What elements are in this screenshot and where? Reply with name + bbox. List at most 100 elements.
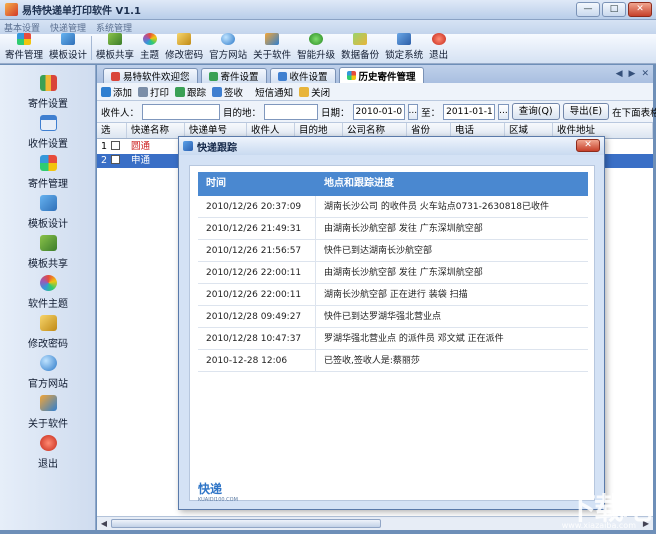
sidebar-item-recipient-settings[interactable]: 收件设置 xyxy=(0,115,96,150)
tracking-row: 2010/12/26 20:37:09 湖南长沙公司 的收件员 火车站点0731… xyxy=(198,196,588,218)
date-label: 日期： xyxy=(321,107,350,119)
minimize-button[interactable]: — xyxy=(576,2,600,17)
sidebar-item-official-website[interactable]: 官方网站 xyxy=(0,355,96,390)
key-icon xyxy=(177,33,192,45)
chevron-right-icon[interactable]: ▶ xyxy=(629,69,636,79)
tracking-row: 2010/12/26 22:00:11 湖南长沙航空部 正在进行 装袋 扫描 xyxy=(198,284,588,306)
toolbar-change-password-button[interactable]: 修改密码 xyxy=(162,33,206,63)
info-icon xyxy=(265,33,280,45)
tracking-dialog: 快递跟踪 ✕ 时间 地点和跟踪进度 2010/12/26 20:37:09 湖南… xyxy=(178,136,605,510)
scroll-left-icon[interactable]: ◀ xyxy=(98,518,110,529)
column-header[interactable]: 快递名称 xyxy=(127,123,185,138)
add-icon xyxy=(101,86,111,97)
sms-notify-button[interactable]: 短信通知 xyxy=(255,85,293,99)
date-from-input[interactable] xyxy=(352,103,405,120)
maximize-button[interactable]: □ xyxy=(602,2,626,17)
close-icon[interactable]: ✕ xyxy=(641,69,649,79)
courier-name: 申通 xyxy=(131,155,151,166)
globe-icon xyxy=(221,33,236,45)
watermark-url: www.xiazaiba.com xyxy=(561,521,636,530)
globe-icon xyxy=(39,355,57,371)
main-toolbar: 寄件管理 模板设计 模板共享 主题 修改密码 官方网站 关于软件 智能升级 数据… xyxy=(0,33,656,64)
tab-recipient-settings[interactable]: 收件设置 xyxy=(269,68,336,83)
tracking-row: 2010-12-28 12:06 已签收,签收人是:蔡丽莎 xyxy=(198,350,588,372)
window-icon xyxy=(39,115,57,131)
exit-icon xyxy=(431,33,446,45)
dialog-close-button[interactable]: ✕ xyxy=(576,139,600,152)
progress-column-header: 地点和跟踪进度 xyxy=(324,178,394,189)
row-number: 2 xyxy=(101,155,108,166)
destination-input[interactable] xyxy=(264,103,319,120)
design-icon xyxy=(39,195,57,211)
toolbar-smart-upgrade-button[interactable]: 智能升级 xyxy=(294,33,338,63)
row-checkbox[interactable] xyxy=(111,155,120,164)
menu-system-management[interactable]: 系统管理 xyxy=(96,21,132,34)
add-button[interactable]: 添加 xyxy=(101,85,132,99)
close-button[interactable]: ✕ xyxy=(628,2,652,17)
scrollbar-thumb[interactable] xyxy=(111,519,381,528)
sidebar-item-template-design[interactable]: 模板设计 xyxy=(0,195,96,230)
sidebar-item-change-password[interactable]: 修改密码 xyxy=(0,315,96,350)
menu-express-management[interactable]: 快递管理 xyxy=(50,21,86,34)
date-to-picker-button[interactable]: ... xyxy=(498,103,509,120)
query-button[interactable]: 查询(Q) xyxy=(511,103,560,120)
tab-welcome[interactable]: 易特软件欢迎您 xyxy=(103,68,198,83)
sidebar-item-template-share[interactable]: 模板共享 xyxy=(0,235,96,270)
row-checkbox[interactable] xyxy=(111,141,120,150)
column-header[interactable]: 选 xyxy=(97,123,127,138)
toolbar-lock-system-button[interactable]: 锁定系统 xyxy=(382,33,426,63)
export-button[interactable]: 导出(E) xyxy=(562,103,610,120)
tab-sender-settings[interactable]: 寄件设置 xyxy=(200,68,267,83)
menu-basic-settings[interactable]: 基本设置 xyxy=(4,21,40,34)
close-icon xyxy=(299,86,310,97)
toolbar-data-backup-button[interactable]: 数据备份 xyxy=(338,33,382,63)
dialog-titlebar: 快递跟踪 ✕ xyxy=(179,137,604,155)
lock-icon xyxy=(397,33,412,45)
left-sidebar: 寄件设置 收件设置 寄件管理 模板设计 模板共享 软件主题 修改密码 官方网站 … xyxy=(0,65,96,530)
tab-bar: 易特软件欢迎您 寄件设置 收件设置 历史寄件管理 ◀ ▶ ✕ xyxy=(97,65,653,83)
date-from-picker-button[interactable]: ... xyxy=(407,103,419,120)
toolbar-official-website-button[interactable]: 官方网站 xyxy=(206,33,250,63)
menu-bar: 基本设置 快递管理 系统管理 xyxy=(0,20,656,34)
tab-shipping-history[interactable]: 历史寄件管理 xyxy=(338,67,424,83)
toolbar-exit-button[interactable]: 退出 xyxy=(426,33,451,63)
recipient-input[interactable] xyxy=(142,103,221,120)
chart-icon xyxy=(208,71,218,81)
date-to-input[interactable] xyxy=(443,103,496,120)
chevron-left-icon[interactable]: ◀ xyxy=(616,69,623,79)
grid-icon xyxy=(346,71,356,80)
sidebar-item-shipping-management[interactable]: 寄件管理 xyxy=(0,155,96,190)
toolbar-about-button[interactable]: 关于软件 xyxy=(250,33,294,63)
sidebar-item-software-theme[interactable]: 软件主题 xyxy=(0,275,96,310)
sidebar-item-about[interactable]: 关于软件 xyxy=(0,395,96,430)
users-icon xyxy=(39,235,57,251)
sign-icon xyxy=(212,86,223,97)
grid-icon xyxy=(17,33,31,45)
close-panel-button[interactable]: 关闭 xyxy=(299,85,330,99)
row-number: 1 xyxy=(101,141,108,152)
time-column-header: 时间 xyxy=(206,178,226,189)
date-to-label: 至： xyxy=(421,107,441,119)
window-titlebar: 易特快递单打印软件 V1.1 — □ ✕ xyxy=(0,0,656,20)
toolbar-template-share-button[interactable]: 模板共享 xyxy=(93,33,137,63)
track-button[interactable]: 跟踪 xyxy=(175,85,206,99)
tracking-row: 2010/12/26 21:56:57 快件已到达湖南长沙航空部 xyxy=(198,240,588,262)
kuaidi-logo: 快递 KUAIDI100.COM xyxy=(198,482,238,503)
sidebar-item-sender-settings[interactable]: 寄件设置 xyxy=(0,75,96,110)
print-button[interactable]: 打印 xyxy=(138,85,169,99)
chart-icon xyxy=(39,75,57,91)
toolbar-theme-button[interactable]: 主题 xyxy=(137,33,162,63)
tracking-row: 2010/12/28 10:47:37 罗湖华强北营业点 的派件员 邓文斌 正在… xyxy=(198,328,588,350)
home-icon xyxy=(111,71,120,81)
sign-button[interactable]: 签收 xyxy=(212,85,243,99)
recipient-label: 收件人： xyxy=(101,107,140,119)
toolbar-shipping-management-button[interactable]: 寄件管理 xyxy=(2,33,46,63)
grid-icon xyxy=(39,155,57,171)
toolbar-template-design-button[interactable]: 模板设计 xyxy=(46,33,90,63)
theme-icon xyxy=(142,33,157,45)
toolbar-separator xyxy=(91,36,93,60)
courier-name: 圆通 xyxy=(131,141,151,152)
sidebar-item-exit[interactable]: 退出 xyxy=(0,435,96,470)
info-icon xyxy=(39,395,57,411)
filter-bar: 收件人： 目的地： 日期： ... 至： ... 查询(Q) 导出(E) 在下面… xyxy=(97,101,656,123)
